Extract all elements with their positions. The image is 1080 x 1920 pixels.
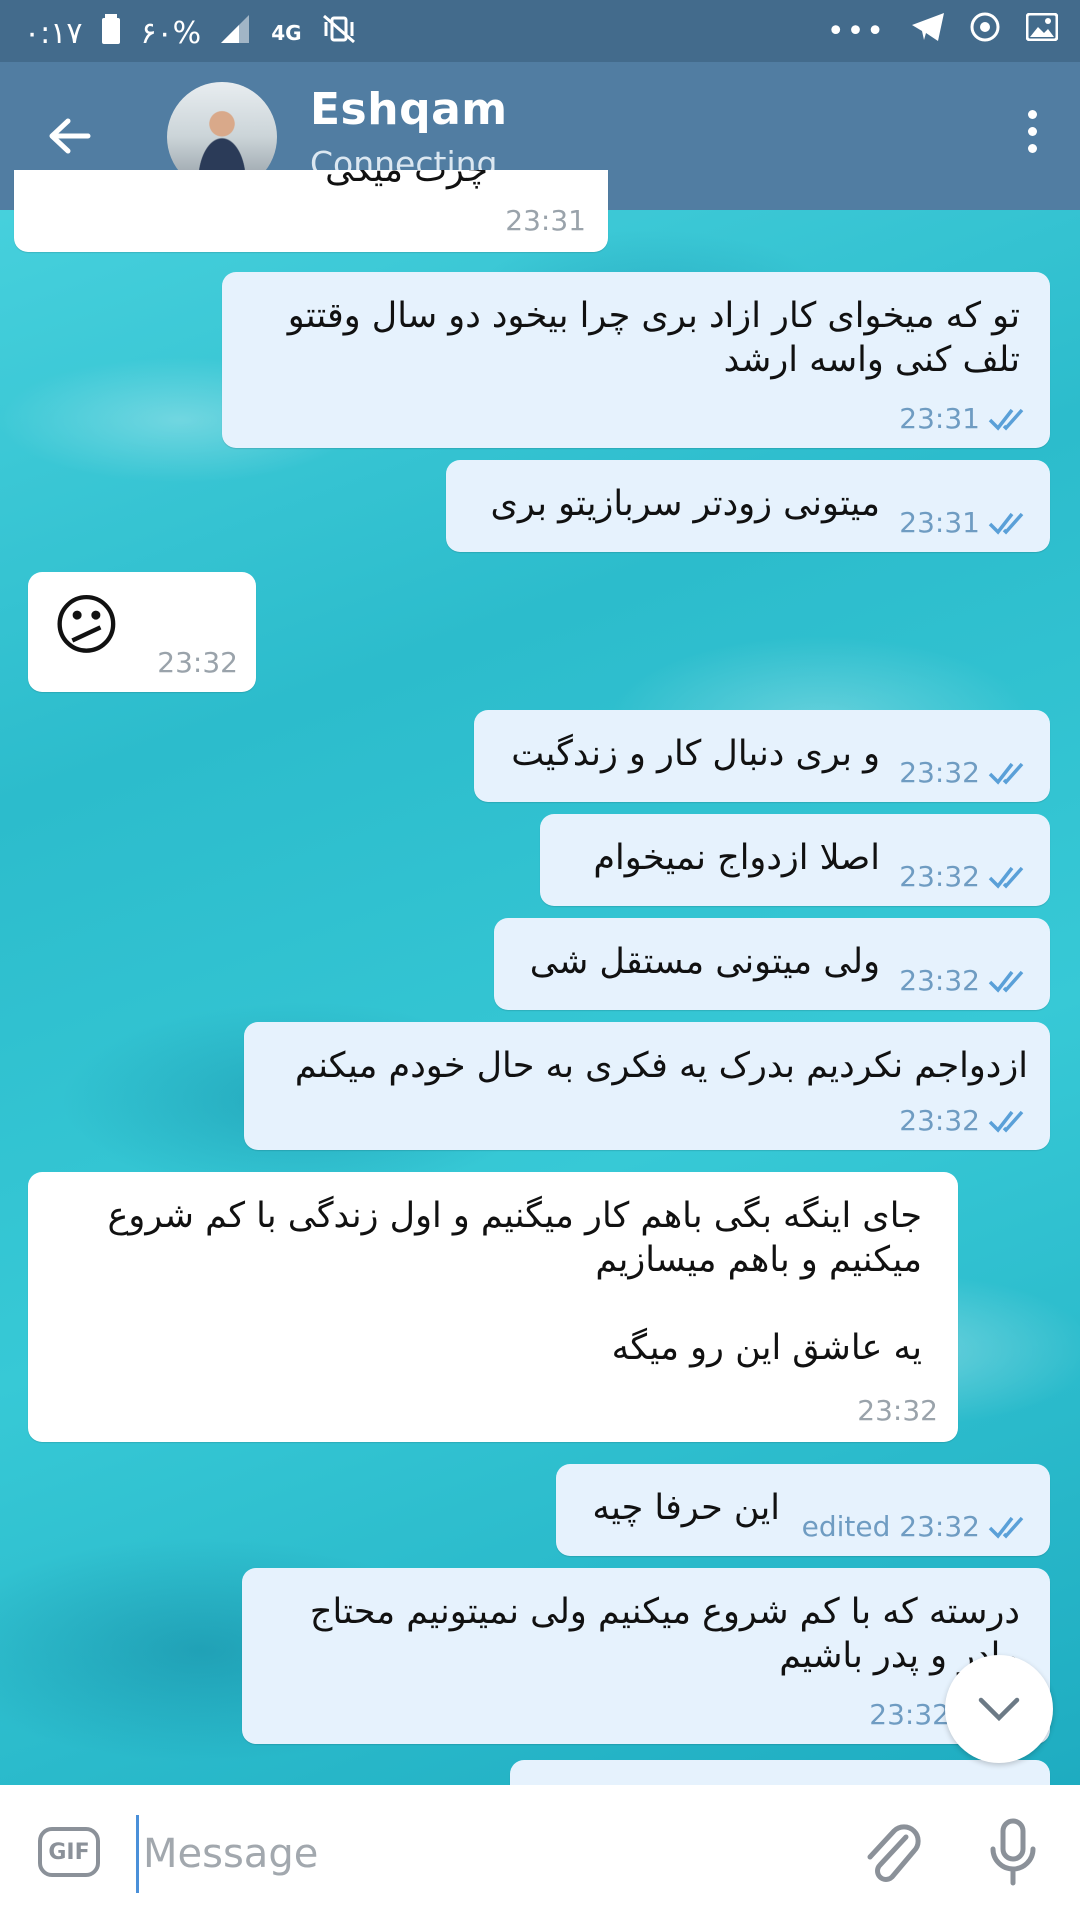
clock: ۰:۱۷ — [24, 15, 83, 51]
message-emoji: 😕 — [52, 587, 121, 664]
message-input[interactable] — [136, 1815, 845, 1893]
message-time: 23:32 — [899, 1104, 980, 1137]
message-bubble[interactable]: تو که میخوای کار ازاد بری چرا بیخود دو س… — [222, 272, 1050, 448]
signal-icon — [221, 15, 251, 51]
double-check-icon — [988, 866, 1024, 889]
message-text: اصلا ازدواج نمیخوام — [593, 838, 880, 878]
message-time: 23:32 — [899, 964, 980, 997]
message-time: 23:32 — [899, 860, 980, 893]
vibrate-mute-icon — [322, 14, 356, 52]
message-text: این حرفا چیه — [592, 1488, 780, 1528]
back-arrow-icon — [49, 118, 91, 154]
message-time: edited 23:32 — [801, 1510, 980, 1543]
message-bubble[interactable]: درسته که با کم شروع میکنیم ولی نمیتونیم … — [242, 1568, 1050, 1744]
message-time: 23:32 — [857, 1394, 938, 1427]
message-text: چرت میگی — [325, 170, 488, 190]
message-text: و بری دنبال کار و زندگیت — [511, 734, 880, 774]
microphone-button[interactable] — [985, 1817, 1041, 1889]
status-bar: ۰:۱۷ ۶۰% 4G ••• — [0, 0, 1080, 62]
gallery-icon — [1025, 12, 1059, 49]
paperclip-icon — [867, 1824, 921, 1882]
message-bubble[interactable]: و بری دنبال کار و زندگیت 23:32 — [474, 710, 1050, 802]
double-check-icon — [988, 1516, 1024, 1539]
network-type: 4G — [271, 21, 302, 45]
message-time: 23:32 — [869, 1698, 950, 1731]
telegram-icon — [912, 13, 944, 49]
message-time: 23:31 — [899, 506, 980, 539]
battery-percent: ۶۰% — [140, 15, 202, 51]
message-input-bar: GIF — [0, 1785, 1080, 1920]
message-text: تو که میخوای کار ازاد بری چرا بیخود دو س… — [287, 296, 1020, 380]
message-bubble[interactable]: چرت میگی 23:31 — [14, 170, 608, 252]
more-options-button[interactable] — [1012, 102, 1052, 172]
message-bubble[interactable]: میتونی زودتر سربازیتو بری 23:31 — [446, 460, 1050, 552]
message-time: 23:32 — [899, 756, 980, 789]
chevron-down-icon — [978, 1697, 1020, 1722]
gif-label: GIF — [48, 1839, 90, 1865]
microphone-icon — [990, 1818, 1036, 1886]
message-text: میتونی زودتر سربازیتو بری — [490, 484, 880, 524]
message-bubble[interactable]: ولی میتونی مستقل شی 23:32 — [494, 918, 1050, 1010]
double-check-icon — [988, 512, 1024, 535]
back-button[interactable] — [40, 106, 100, 166]
message-bubble[interactable]: اصلا ازدواج نمیخوام 23:32 — [540, 814, 1050, 906]
message-time: 23:31 — [505, 204, 586, 237]
double-check-icon — [988, 970, 1024, 993]
scroll-down-button[interactable] — [945, 1655, 1053, 1763]
message-bubble[interactable]: این حرفا چیه edited 23:32 — [556, 1464, 1050, 1556]
message-bubble[interactable]: ازدواجم نکردیم بدرک یه فکری به حال خودم … — [244, 1022, 1050, 1150]
message-text: ازدواجم نکردیم بدرک یه فکری به حال خودم … — [294, 1046, 1028, 1086]
battery-icon — [102, 14, 121, 52]
contact-name[interactable]: Eshqam — [310, 84, 508, 135]
message-time: 23:31 — [899, 402, 980, 435]
message-text: جای اینگه بگی باهم کار میگنیم و اول زندگ… — [107, 1196, 922, 1368]
message-time: 23:32 — [157, 646, 238, 679]
more-vert-icon — [1012, 110, 1052, 153]
attach-button[interactable] — [860, 1819, 924, 1889]
message-bubble[interactable]: 😕 23:32 — [28, 572, 256, 692]
double-check-icon — [988, 408, 1024, 431]
more-notifications-icon: ••• — [826, 13, 886, 49]
message-bubble[interactable]: جای اینگه بگی باهم کار میگنیم و اول زندگ… — [28, 1172, 958, 1442]
chrome-icon — [970, 12, 1000, 50]
gif-button[interactable]: GIF — [38, 1827, 100, 1877]
message-text: ولی میتونی مستقل شی — [529, 942, 880, 982]
message-text: درسته که با کم شروع میکنیم ولی نمیتونیم … — [309, 1592, 1020, 1676]
double-check-icon — [988, 762, 1024, 785]
double-check-icon — [988, 1110, 1024, 1133]
